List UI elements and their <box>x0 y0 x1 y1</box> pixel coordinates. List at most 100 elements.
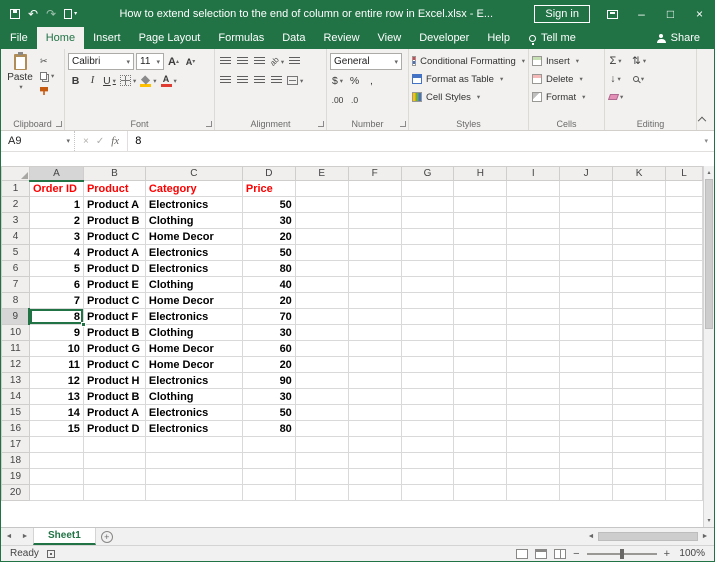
cell-F15[interactable] <box>348 405 401 421</box>
cell-L7[interactable] <box>665 277 702 293</box>
cell-G12[interactable] <box>401 357 454 373</box>
minimize-button[interactable]: – <box>627 1 656 27</box>
next-sheet-icon[interactable]: ► <box>17 528 33 545</box>
cells-format-button[interactable]: Format <box>532 88 601 106</box>
clipboard-dialog-launcher[interactable] <box>56 121 62 127</box>
cell-J16[interactable] <box>560 421 613 437</box>
cell-B17[interactable] <box>83 437 145 453</box>
cell-K19[interactable] <box>613 469 666 485</box>
cell-D5[interactable]: 50 <box>242 245 295 261</box>
row-header-11[interactable]: 11 <box>2 341 30 357</box>
cell-C5[interactable]: Electronics <box>145 245 242 261</box>
scroll-down-icon[interactable]: ▾ <box>704 514 714 527</box>
cell-C19[interactable] <box>145 469 242 485</box>
ribbon-tab-formulas[interactable]: Formulas <box>209 27 273 49</box>
close-button[interactable]: × <box>685 1 714 27</box>
cell-I1[interactable] <box>507 181 560 197</box>
cell-H14[interactable] <box>454 389 507 405</box>
cell-F12[interactable] <box>348 357 401 373</box>
cell-J9[interactable] <box>560 309 613 325</box>
cell-E9[interactable] <box>295 309 348 325</box>
cell-B9[interactable]: Product F <box>83 309 145 325</box>
cell-F2[interactable] <box>348 197 401 213</box>
cell-A3[interactable]: 2 <box>29 213 83 229</box>
horizontal-scroll-thumb[interactable] <box>598 532 698 541</box>
cell-A15[interactable]: 14 <box>29 405 83 421</box>
fill-button[interactable]: ↓ <box>608 71 623 87</box>
cell-F3[interactable] <box>348 213 401 229</box>
styles-format-as-table-button[interactable]: Format as Table <box>412 70 525 88</box>
cell-B13[interactable]: Product H <box>83 373 145 389</box>
cell-C7[interactable]: Clothing <box>145 277 242 293</box>
cell-B1[interactable]: Product <box>83 181 145 197</box>
cell-G14[interactable] <box>401 389 454 405</box>
cell-A18[interactable] <box>29 453 83 469</box>
cell-F10[interactable] <box>348 325 401 341</box>
cut-button[interactable]: ✂ <box>40 55 54 67</box>
row-header-12[interactable]: 12 <box>2 357 30 373</box>
cell-C16[interactable]: Electronics <box>145 421 242 437</box>
ribbon-tab-data[interactable]: Data <box>273 27 314 49</box>
cell-A5[interactable]: 4 <box>29 245 83 261</box>
new-sheet-button[interactable]: + <box>96 528 118 545</box>
cell-J19[interactable] <box>560 469 613 485</box>
cell-F13[interactable] <box>348 373 401 389</box>
cells-insert-button[interactable]: Insert <box>532 52 601 70</box>
cell-E2[interactable] <box>295 197 348 213</box>
cell-E18[interactable] <box>295 453 348 469</box>
copy-button[interactable] <box>40 70 54 82</box>
cell-H2[interactable] <box>454 197 507 213</box>
cell-K11[interactable] <box>613 341 666 357</box>
cell-K7[interactable] <box>613 277 666 293</box>
cell-A11[interactable]: 10 <box>29 341 83 357</box>
align-left-button[interactable] <box>218 73 233 89</box>
cell-H5[interactable] <box>454 245 507 261</box>
cell-D17[interactable] <box>242 437 295 453</box>
prev-sheet-icon[interactable]: ◄ <box>1 528 17 545</box>
cell-F11[interactable] <box>348 341 401 357</box>
cell-C13[interactable]: Electronics <box>145 373 242 389</box>
cell-G19[interactable] <box>401 469 454 485</box>
cell-I14[interactable] <box>507 389 560 405</box>
cell-C6[interactable]: Electronics <box>145 261 242 277</box>
paste-button[interactable]: Paste <box>4 52 36 97</box>
cell-I13[interactable] <box>507 373 560 389</box>
accounting-format-button[interactable]: $ <box>330 73 345 89</box>
cell-E6[interactable] <box>295 261 348 277</box>
cell-G5[interactable] <box>401 245 454 261</box>
cell-D15[interactable]: 50 <box>242 405 295 421</box>
macro-record-icon[interactable] <box>47 550 55 558</box>
align-center-button[interactable] <box>235 73 250 89</box>
cell-I4[interactable] <box>507 229 560 245</box>
cell-G3[interactable] <box>401 213 454 229</box>
cell-K13[interactable] <box>613 373 666 389</box>
cell-G17[interactable] <box>401 437 454 453</box>
zoom-slider[interactable] <box>587 553 657 555</box>
cell-D6[interactable]: 80 <box>242 261 295 277</box>
cells-delete-button[interactable]: Delete <box>532 70 601 88</box>
column-header-J[interactable]: J <box>560 167 613 181</box>
cell-C17[interactable] <box>145 437 242 453</box>
cell-K10[interactable] <box>613 325 666 341</box>
font-dialog-launcher[interactable] <box>206 121 212 127</box>
row-header-2[interactable]: 2 <box>2 197 30 213</box>
cell-F14[interactable] <box>348 389 401 405</box>
cell-B15[interactable]: Product A <box>83 405 145 421</box>
cell-A9[interactable]: 8 <box>29 309 83 325</box>
cell-F1[interactable] <box>348 181 401 197</box>
cell-D3[interactable]: 30 <box>242 213 295 229</box>
ribbon-tab-review[interactable]: Review <box>314 27 368 49</box>
cell-B18[interactable] <box>83 453 145 469</box>
cell-L12[interactable] <box>665 357 702 373</box>
column-header-H[interactable]: H <box>454 167 507 181</box>
cell-C12[interactable]: Home Decor <box>145 357 242 373</box>
align-bottom-button[interactable] <box>252 54 267 70</box>
cell-C14[interactable]: Clothing <box>145 389 242 405</box>
cell-G9[interactable] <box>401 309 454 325</box>
cell-F6[interactable] <box>348 261 401 277</box>
row-header-15[interactable]: 15 <box>2 405 30 421</box>
row-header-7[interactable]: 7 <box>2 277 30 293</box>
tell-me-button[interactable]: Tell me <box>519 27 586 49</box>
cell-D18[interactable] <box>242 453 295 469</box>
cell-G11[interactable] <box>401 341 454 357</box>
